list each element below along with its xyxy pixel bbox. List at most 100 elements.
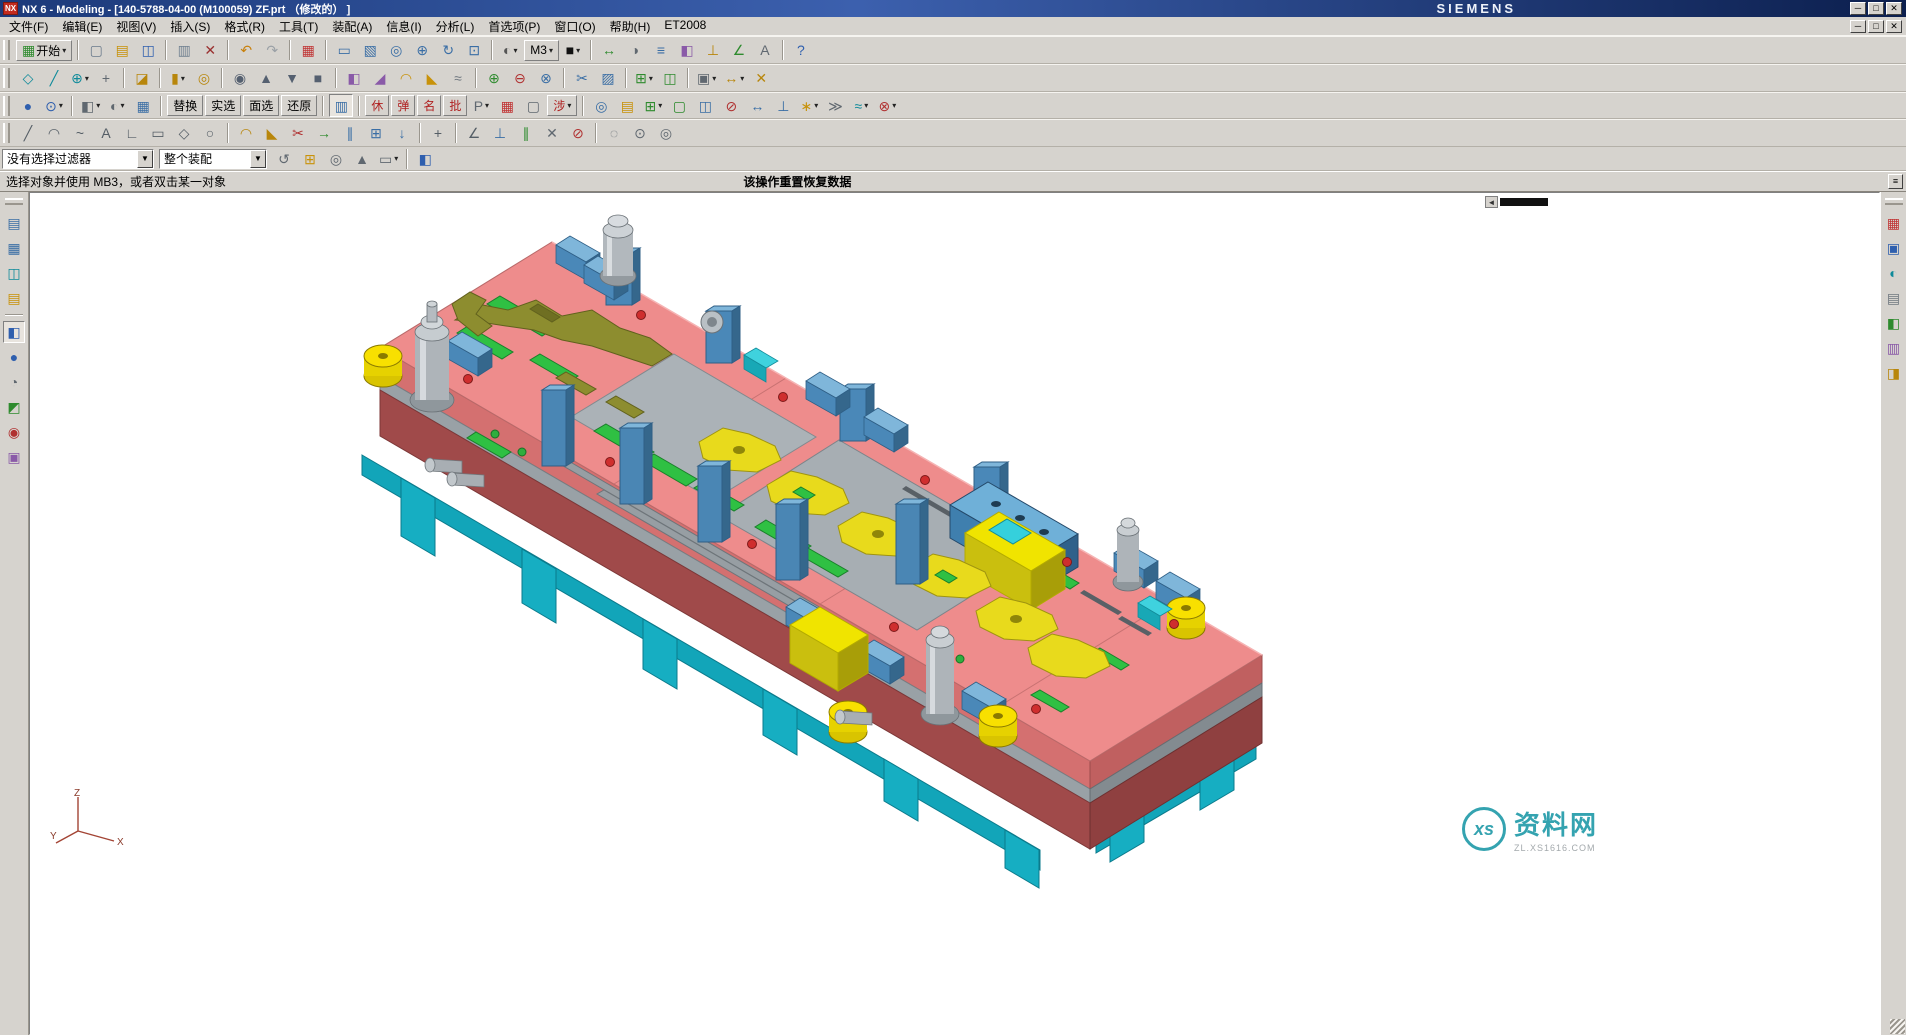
pan-icon[interactable]: ⊕ — [410, 39, 434, 62]
layer-settings-icon[interactable]: ≡ — [649, 39, 673, 62]
mirror-feature-icon[interactable]: ◫ — [658, 67, 682, 90]
selection-filter-combo[interactable]: 没有选择过滤器 ▼ — [2, 149, 154, 169]
perpendicular-constraint-icon[interactable]: ⊥ — [488, 122, 512, 145]
note-icon[interactable]: A — [753, 39, 777, 62]
object-color-swatch[interactable]: ■▾ — [561, 39, 585, 62]
pattern-curve-icon[interactable]: ⊞ — [364, 122, 388, 145]
move-face-icon[interactable]: ↔▾ — [721, 67, 747, 90]
preferences-shortcut-icon[interactable]: ◨ — [1883, 362, 1905, 384]
child-restore-button[interactable]: □ — [1868, 20, 1884, 33]
pattern-feature-icon[interactable]: ⊞▾ — [632, 67, 656, 90]
arc-icon[interactable]: ◠ — [42, 122, 66, 145]
restore-button[interactable]: 还原 — [281, 95, 317, 116]
menu-window[interactable]: 窗口(O) — [547, 16, 602, 37]
assembly-navigator-icon[interactable]: ▦ — [3, 237, 25, 259]
text-curve-icon[interactable]: A — [94, 122, 118, 145]
solid-select-button[interactable]: 实选 — [205, 95, 241, 116]
face-select-button[interactable]: 面选 — [243, 95, 279, 116]
menu-et2008[interactable]: ET2008 — [657, 16, 713, 37]
concentric-icon[interactable]: ⊙ — [628, 122, 652, 145]
quick-trim-icon[interactable]: ✂ — [286, 122, 310, 145]
restore-button-window[interactable]: □ — [1868, 2, 1884, 15]
subtract-icon[interactable]: ⊖ — [508, 67, 532, 90]
ming-macro-button[interactable]: 名 — [417, 95, 441, 116]
reference-circle-icon[interactable]: ◌ — [602, 122, 626, 145]
wave-geometry-icon[interactable]: ≈▾ — [849, 94, 873, 117]
circle-icon[interactable]: ○ — [198, 122, 222, 145]
graphics-window[interactable]: ◄ Z X Y xs 资料网 ZL.XS1616.COM — [29, 192, 1880, 1035]
show-hide-icon[interactable]: ◑ — [623, 39, 647, 62]
app-icon[interactable]: NX — [3, 2, 18, 15]
guide-roller[interactable] — [701, 311, 723, 333]
datum-plane-icon[interactable]: ◇ — [16, 67, 40, 90]
delete-icon[interactable]: ✕ — [198, 39, 222, 62]
derived-line-icon[interactable]: ∠ — [462, 122, 486, 145]
view-layout-button[interactable]: M3▾ — [524, 40, 559, 61]
no-constraint-icon[interactable]: ⊘ — [566, 122, 590, 145]
sequence-icon[interactable]: ≫ — [823, 94, 847, 117]
selection-filter-dropdown-icon[interactable]: ▼ — [137, 150, 153, 168]
snap-point-icon[interactable]: ⊙▾ — [42, 94, 66, 117]
templates-palette-icon[interactable]: ▣ — [3, 446, 25, 468]
pad-icon[interactable]: ■ — [306, 67, 330, 90]
xiu-macro-button[interactable]: 休 — [365, 95, 389, 116]
child-minimize-button[interactable]: ─ — [1850, 20, 1866, 33]
pi-macro-button[interactable]: 批 — [443, 95, 467, 116]
split-body-icon[interactable]: ▨ — [596, 67, 620, 90]
measure-icon[interactable]: ∠ — [727, 39, 751, 62]
previous-selection-icon[interactable]: ↺ — [272, 147, 296, 170]
window-tool-icon[interactable]: ▢ — [521, 94, 545, 117]
datum-csys-icon[interactable]: ⊕▾ — [68, 67, 92, 90]
chamfer-curve-icon[interactable]: ◣ — [260, 122, 284, 145]
selection-ball-icon[interactable]: ● — [16, 94, 40, 117]
new-file-icon[interactable]: ▢ — [84, 39, 108, 62]
highlight-selection-icon[interactable]: ◎ — [324, 147, 348, 170]
menu-help[interactable]: 帮助(H) — [603, 16, 658, 37]
sketch-icon[interactable]: ◪ — [130, 67, 154, 90]
view-manipulation-icon[interactable]: ▣ — [1883, 237, 1905, 259]
draft-icon[interactable]: ◢ — [368, 67, 392, 90]
unite-icon[interactable]: ⊕ — [482, 67, 506, 90]
rectangle-icon[interactable]: ▭ — [146, 122, 170, 145]
visualization-icon[interactable]: ▥ — [1883, 337, 1905, 359]
die-assembly-model[interactable] — [30, 193, 1880, 1035]
roles-palette-icon[interactable]: ◉ — [3, 421, 25, 443]
system-materials-icon[interactable]: ◩ — [3, 396, 25, 418]
column-display-button[interactable]: ▥ — [329, 94, 353, 117]
find-component-icon[interactable]: ◎ — [589, 94, 613, 117]
exploded-views-icon[interactable]: ∗▾ — [797, 94, 821, 117]
render-style-icon[interactable]: ◐▾ — [105, 94, 129, 117]
instance-geometry-icon[interactable]: ▣▾ — [694, 67, 719, 90]
mirror-assembly-icon[interactable]: ◫ — [693, 94, 717, 117]
boss-icon[interactable]: ▲ — [254, 67, 278, 90]
sketch-point-icon[interactable]: + — [426, 122, 450, 145]
menu-insert[interactable]: 插入(S) — [163, 16, 217, 37]
add-to-selection-icon[interactable]: ⊞ — [298, 147, 322, 170]
print-icon[interactable]: ▥ — [172, 39, 196, 62]
clip-section-icon[interactable]: ▤ — [1883, 287, 1905, 309]
minimize-button[interactable]: ─ — [1850, 2, 1866, 15]
prompt-options-button[interactable]: ≡ — [1888, 174, 1903, 189]
rotate-view-icon[interactable]: ↻ — [436, 39, 460, 62]
view-section-icon[interactable]: ◧ — [675, 39, 699, 62]
up-one-level-icon[interactable]: ▲ — [350, 147, 374, 170]
parallel-constraint-icon[interactable]: ∥ — [514, 122, 538, 145]
move-object-icon[interactable]: ↔ — [597, 39, 621, 62]
edge-blend-icon[interactable]: ◠ — [394, 67, 418, 90]
resize-grip[interactable] — [1890, 1019, 1905, 1034]
menu-information[interactable]: 信息(I) — [379, 16, 428, 37]
trim-body-icon[interactable]: ✂ — [570, 67, 594, 90]
fillet-curve-icon[interactable]: ◠ — [234, 122, 258, 145]
hd3d-tools-icon[interactable]: ● — [3, 346, 25, 368]
open-component-icon[interactable]: ▤ — [615, 94, 639, 117]
project-curve-icon[interactable]: ↓ — [390, 122, 414, 145]
new-component-icon[interactable]: ▢ — [667, 94, 691, 117]
menu-tools[interactable]: 工具(T) — [272, 16, 325, 37]
line-icon[interactable]: ╱ — [16, 122, 40, 145]
object-display-icon[interactable]: ◧ — [1883, 312, 1905, 334]
history-palette-icon[interactable]: ◔ — [3, 371, 25, 393]
constraint-navigator-icon[interactable]: ◫ — [3, 262, 25, 284]
open-file-icon[interactable]: ▤ — [110, 39, 134, 62]
view-operations-icon[interactable]: ▦ — [131, 94, 155, 117]
grid-tool-icon[interactable]: ▦ — [495, 94, 519, 117]
